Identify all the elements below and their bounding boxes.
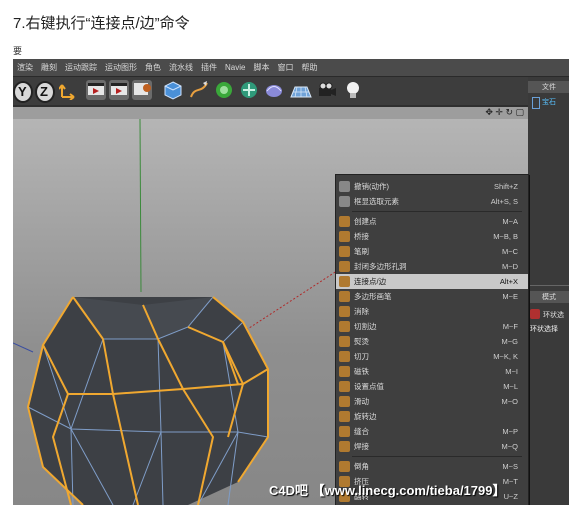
- small-mark: 要: [13, 46, 23, 56]
- menu-item-pipeline[interactable]: 流水线: [165, 62, 197, 73]
- create-point-icon: [339, 216, 350, 227]
- dissolve-icon: [339, 306, 350, 317]
- menu-item-knife[interactable]: 切刀 M~K, K: [336, 349, 528, 364]
- connect-icon: [339, 276, 350, 287]
- menu-item-polygon-pen[interactable]: 多边形画笔 M~E: [336, 289, 528, 304]
- right-panel: 文件 宝石 模式 环状选 环状选择: [528, 77, 569, 505]
- brush-icon: [339, 246, 350, 257]
- render-settings-icon[interactable]: [132, 80, 152, 100]
- y-axis-button[interactable]: Y: [13, 81, 33, 103]
- menu-item-iron[interactable]: 熨烫 M~G: [336, 334, 528, 349]
- menu-item-plugins[interactable]: 插件: [197, 62, 221, 73]
- context-menu: 撤销(动作) Shift+Z 框显选取元素 Alt+S, S 创建点 M~A 桥接 M~…: [335, 174, 529, 505]
- stitch-icon: [339, 426, 350, 437]
- menu-separator: [352, 211, 522, 212]
- menu-item-slide[interactable]: 滑动 M~O: [336, 394, 528, 409]
- object-tree-icon: [532, 97, 540, 109]
- panel-divider: [529, 285, 569, 286]
- light-icon[interactable]: [343, 80, 363, 100]
- render-to-picture-viewer-icon[interactable]: [109, 80, 129, 100]
- frame-selected-icon: [339, 196, 350, 207]
- menu-item-motion-tracking[interactable]: 运动跟踪: [61, 62, 101, 73]
- z-axis-button[interactable]: Z: [35, 81, 55, 103]
- menu-item-edge-cut[interactable]: 切割边 M~F: [336, 319, 528, 334]
- toolbar: Y Z: [13, 77, 528, 105]
- menu-item-character[interactable]: 角色: [141, 62, 165, 73]
- close-hole-icon: [339, 261, 350, 272]
- knife-icon: [339, 351, 350, 362]
- menu-item-frame-selected[interactable]: 框显选取元素 Alt+S, S: [336, 194, 528, 209]
- loop-selection-icon: [530, 309, 540, 319]
- menu-item-spin-edge[interactable]: 旋转边: [336, 409, 528, 424]
- menu-item-sculpt[interactable]: 雕刻: [37, 62, 61, 73]
- render-view-icon[interactable]: [86, 80, 106, 100]
- tab-file[interactable]: 文件: [528, 81, 569, 93]
- cinema4d-screenshot: 渲染 雕刻 运动跟踪 运动图形 角色 流水线 插件 Navie 脚本 窗口 帮助…: [13, 59, 569, 505]
- x-axis-line: [242, 266, 344, 333]
- menu-item-undo[interactable]: 撤销(动作) Shift+Z: [336, 179, 528, 194]
- floor-icon[interactable]: [289, 80, 313, 100]
- undo-icon: [339, 181, 350, 192]
- menu-item-window[interactable]: 窗口: [273, 62, 297, 73]
- menu-item-dissolve[interactable]: 消除: [336, 304, 528, 319]
- menu-item-connect-points-edges[interactable]: 连接点/边 Alt+X: [336, 274, 528, 289]
- menu-item-bevel[interactable]: 倒角 M~S: [336, 459, 528, 474]
- bevel-icon: [339, 461, 350, 472]
- pen-spline-icon[interactable]: [189, 80, 209, 100]
- menu-item-help[interactable]: 帮助: [297, 62, 321, 73]
- spin-edge-icon: [339, 411, 350, 422]
- page-title: 7.右键执行“连接点/边”命令: [13, 15, 190, 32]
- menu-item-weld[interactable]: 焊接 M~Q: [336, 439, 528, 454]
- menu-item-navie[interactable]: Navie: [221, 63, 249, 72]
- menu-item-close-polygon-hole[interactable]: 封闭多边形孔洞 M~D: [336, 259, 528, 274]
- menu-item-bridge[interactable]: 桥接 M~B, B: [336, 229, 528, 244]
- array-icon[interactable]: [239, 80, 259, 100]
- menu-item-stitch[interactable]: 缝合 M~P: [336, 424, 528, 439]
- y-axis-line: [139, 118, 142, 293]
- slide-icon: [339, 396, 350, 407]
- menu-item-magnet[interactable]: 磁铁 M~I: [336, 364, 528, 379]
- menu-item-brush[interactable]: 笔刷 M~C: [336, 244, 528, 259]
- menu-item-render[interactable]: 渲染: [13, 62, 37, 73]
- iron-icon: [339, 336, 350, 347]
- z-axis-line: [13, 342, 34, 353]
- menu-item-script[interactable]: 脚本: [249, 62, 273, 73]
- set-point-value-icon: [339, 381, 350, 392]
- tab-mode[interactable]: 模式: [528, 291, 569, 303]
- loop-selection-title: 环状选择: [530, 326, 558, 333]
- edge-cut-icon: [339, 321, 350, 332]
- coordinate-system-icon[interactable]: [58, 80, 79, 101]
- menu-item-create-point[interactable]: 创建点 M~A: [336, 214, 528, 229]
- menubar: 渲染 雕刻 运动跟踪 运动图形 角色 流水线 插件 Navie 脚本 窗口 帮助: [13, 59, 569, 77]
- polygon-pen-icon: [339, 291, 350, 302]
- loop-selection-label[interactable]: 环状选: [543, 310, 564, 320]
- cube-icon[interactable]: [163, 80, 183, 100]
- object-name-gem[interactable]: 宝石: [542, 97, 556, 107]
- watermark: C4D吧 【www.linecg.com/tieba/1799】: [269, 483, 506, 498]
- weld-icon: [339, 441, 350, 452]
- menu-separator: [352, 456, 522, 457]
- bridge-icon: [339, 231, 350, 242]
- magnet-icon: [339, 366, 350, 377]
- menu-item-mograph[interactable]: 运动图形: [101, 62, 141, 73]
- camera-icon[interactable]: [317, 80, 337, 100]
- deformer-icon[interactable]: [264, 80, 284, 100]
- subdivision-icon[interactable]: [214, 80, 234, 100]
- menu-item-set-point-value[interactable]: 设置点值 M~L: [336, 379, 528, 394]
